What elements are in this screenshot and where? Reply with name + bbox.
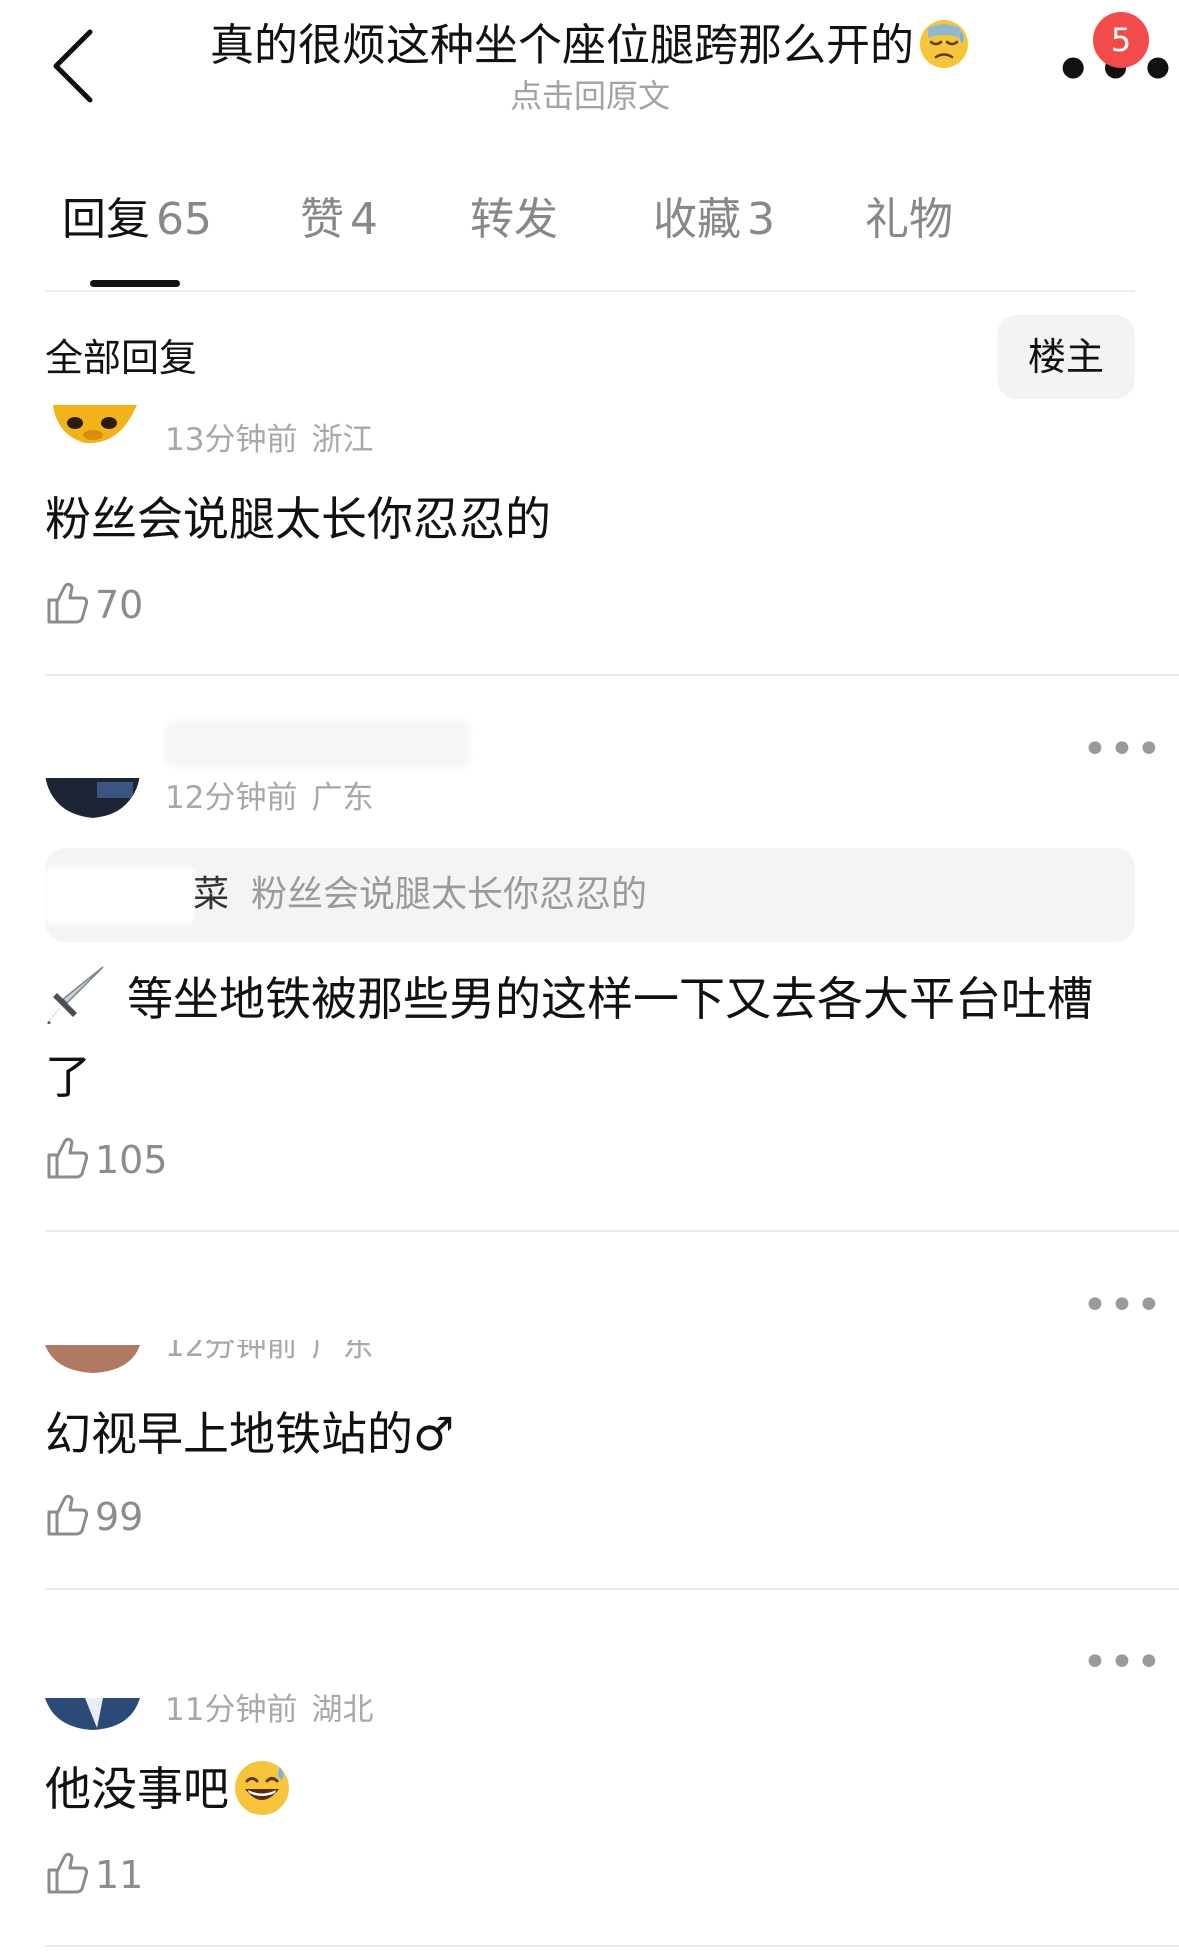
- comment-location: 浙江: [311, 422, 374, 458]
- divider: [45, 1945, 1179, 1947]
- divider: [45, 1230, 1179, 1232]
- avatar[interactable]: [45, 1698, 140, 1732]
- comment-meta: 11分钟前 湖北: [165, 1690, 387, 1730]
- like-button[interactable]: 99: [45, 1492, 143, 1542]
- thumbs-up-icon: [47, 1137, 89, 1179]
- more-options-button[interactable]: ••• 5: [1040, 12, 1177, 100]
- op-filter-button[interactable]: 楼主: [997, 315, 1135, 399]
- top-bar: 真的很烦这种坐个座位腿跨那么开的 点击回原文 ••• 5: [0, 0, 1179, 130]
- dagger-emoji-icon: [47, 966, 104, 1024]
- avatar[interactable]: [45, 1345, 140, 1375]
- avatar[interactable]: [45, 740, 140, 818]
- comment-meta: 12分钟前 广东: [165, 1340, 387, 1368]
- like-count: 99: [95, 1495, 144, 1539]
- comment-text[interactable]: 等坐地铁被那些男的这样一下又去各大平台吐槽了: [45, 960, 1135, 1116]
- comment-time: 11分钟前: [165, 1692, 298, 1728]
- thumbs-up-icon: [47, 582, 89, 624]
- like-button[interactable]: 70: [45, 580, 143, 630]
- like-count: 11: [95, 1853, 144, 1897]
- tab-bar: 回复 65 赞4 转发 收藏 3 礼物: [45, 190, 1135, 292]
- comment-location: 广东: [311, 780, 374, 816]
- comment-text[interactable]: 幻视早上地铁站的♂: [45, 1395, 1135, 1473]
- tab-count: 3: [747, 194, 775, 245]
- tab-likes[interactable]: 赞4: [300, 190, 378, 290]
- tab-label: 回复: [62, 194, 150, 245]
- quoted-reply[interactable]: 菜 粉丝会说腿太长你忍忍的: [45, 848, 1135, 942]
- active-tab-indicator: [90, 280, 180, 287]
- tab-label: 礼物: [865, 194, 953, 245]
- tab-label: 转发: [470, 194, 558, 245]
- username-redacted: [165, 720, 470, 768]
- like-count: 70: [95, 583, 144, 627]
- notification-badge: 5: [1093, 12, 1149, 68]
- tab-label: 赞: [300, 194, 344, 245]
- comment-text-body: 他没事吧: [45, 1762, 229, 1816]
- tab-count: 65: [156, 194, 212, 245]
- tab-favorites[interactable]: 收藏 3: [653, 190, 775, 290]
- sweat-disappointed-emoji-icon: [920, 20, 968, 68]
- sweat-smile-emoji-icon: [235, 1761, 289, 1815]
- comment-more-icon[interactable]: •••: [1082, 728, 1162, 780]
- comment-meta: 12分钟前 广东: [165, 778, 387, 818]
- avatar[interactable]: [45, 405, 140, 457]
- tab-count: 4: [350, 194, 378, 245]
- like-button[interactable]: 11: [45, 1850, 143, 1900]
- comment-text-body: 等坐地铁被那些男的这样一下又去各大平台吐槽了: [45, 972, 1093, 1104]
- tab-replies[interactable]: 回复 65: [62, 190, 212, 290]
- back-button[interactable]: [40, 20, 110, 110]
- tab-gifts[interactable]: 礼物: [865, 190, 953, 290]
- like-count: 105: [95, 1138, 168, 1182]
- like-button[interactable]: 105: [45, 1135, 168, 1185]
- comment-time: 13分钟前: [165, 422, 298, 458]
- divider: [45, 1588, 1179, 1590]
- avatar-image: [53, 405, 137, 444]
- post-title-block[interactable]: 真的很烦这种坐个座位腿跨那么开的 点击回原文: [180, 16, 1000, 116]
- comment-more-icon[interactable]: •••: [1082, 1284, 1162, 1336]
- comment-more-icon[interactable]: •••: [1082, 1641, 1162, 1693]
- tab-label: 收藏: [653, 194, 741, 245]
- avatar-image: [45, 778, 140, 818]
- back-to-original-link[interactable]: 点击回原文: [180, 76, 1000, 116]
- comment-location: 广东: [311, 1340, 374, 1364]
- section-title: 全部回复: [45, 336, 198, 380]
- quote-username: 菜: [193, 874, 230, 915]
- comment-time: 12分钟前: [165, 1340, 298, 1364]
- post-title-text: 真的很烦这种坐个座位腿跨那么开的: [210, 20, 914, 71]
- tab-reposts[interactable]: 转发: [470, 190, 558, 290]
- comment-location: 湖北: [311, 1692, 374, 1728]
- quote-username-redacted: [45, 866, 195, 924]
- replies-header: 全部回复 楼主: [45, 315, 1135, 400]
- thumbs-up-icon: [47, 1852, 89, 1894]
- comment-meta: 13分钟前 浙江: [165, 420, 387, 460]
- chevron-left-icon: [53, 29, 93, 103]
- post-title[interactable]: 真的很烦这种坐个座位腿跨那么开的: [180, 16, 1000, 76]
- avatar-image: [45, 1345, 140, 1373]
- comment-time: 12分钟前: [165, 780, 298, 816]
- comment-text[interactable]: 他没事吧: [45, 1750, 1135, 1828]
- comment-text[interactable]: 粉丝会说腿太长你忍忍的: [45, 480, 1135, 558]
- quote-text: 粉丝会说腿太长你忍忍的: [251, 874, 648, 915]
- avatar-image: [45, 1698, 140, 1730]
- thumbs-up-icon: [47, 1494, 89, 1536]
- divider: [45, 674, 1179, 676]
